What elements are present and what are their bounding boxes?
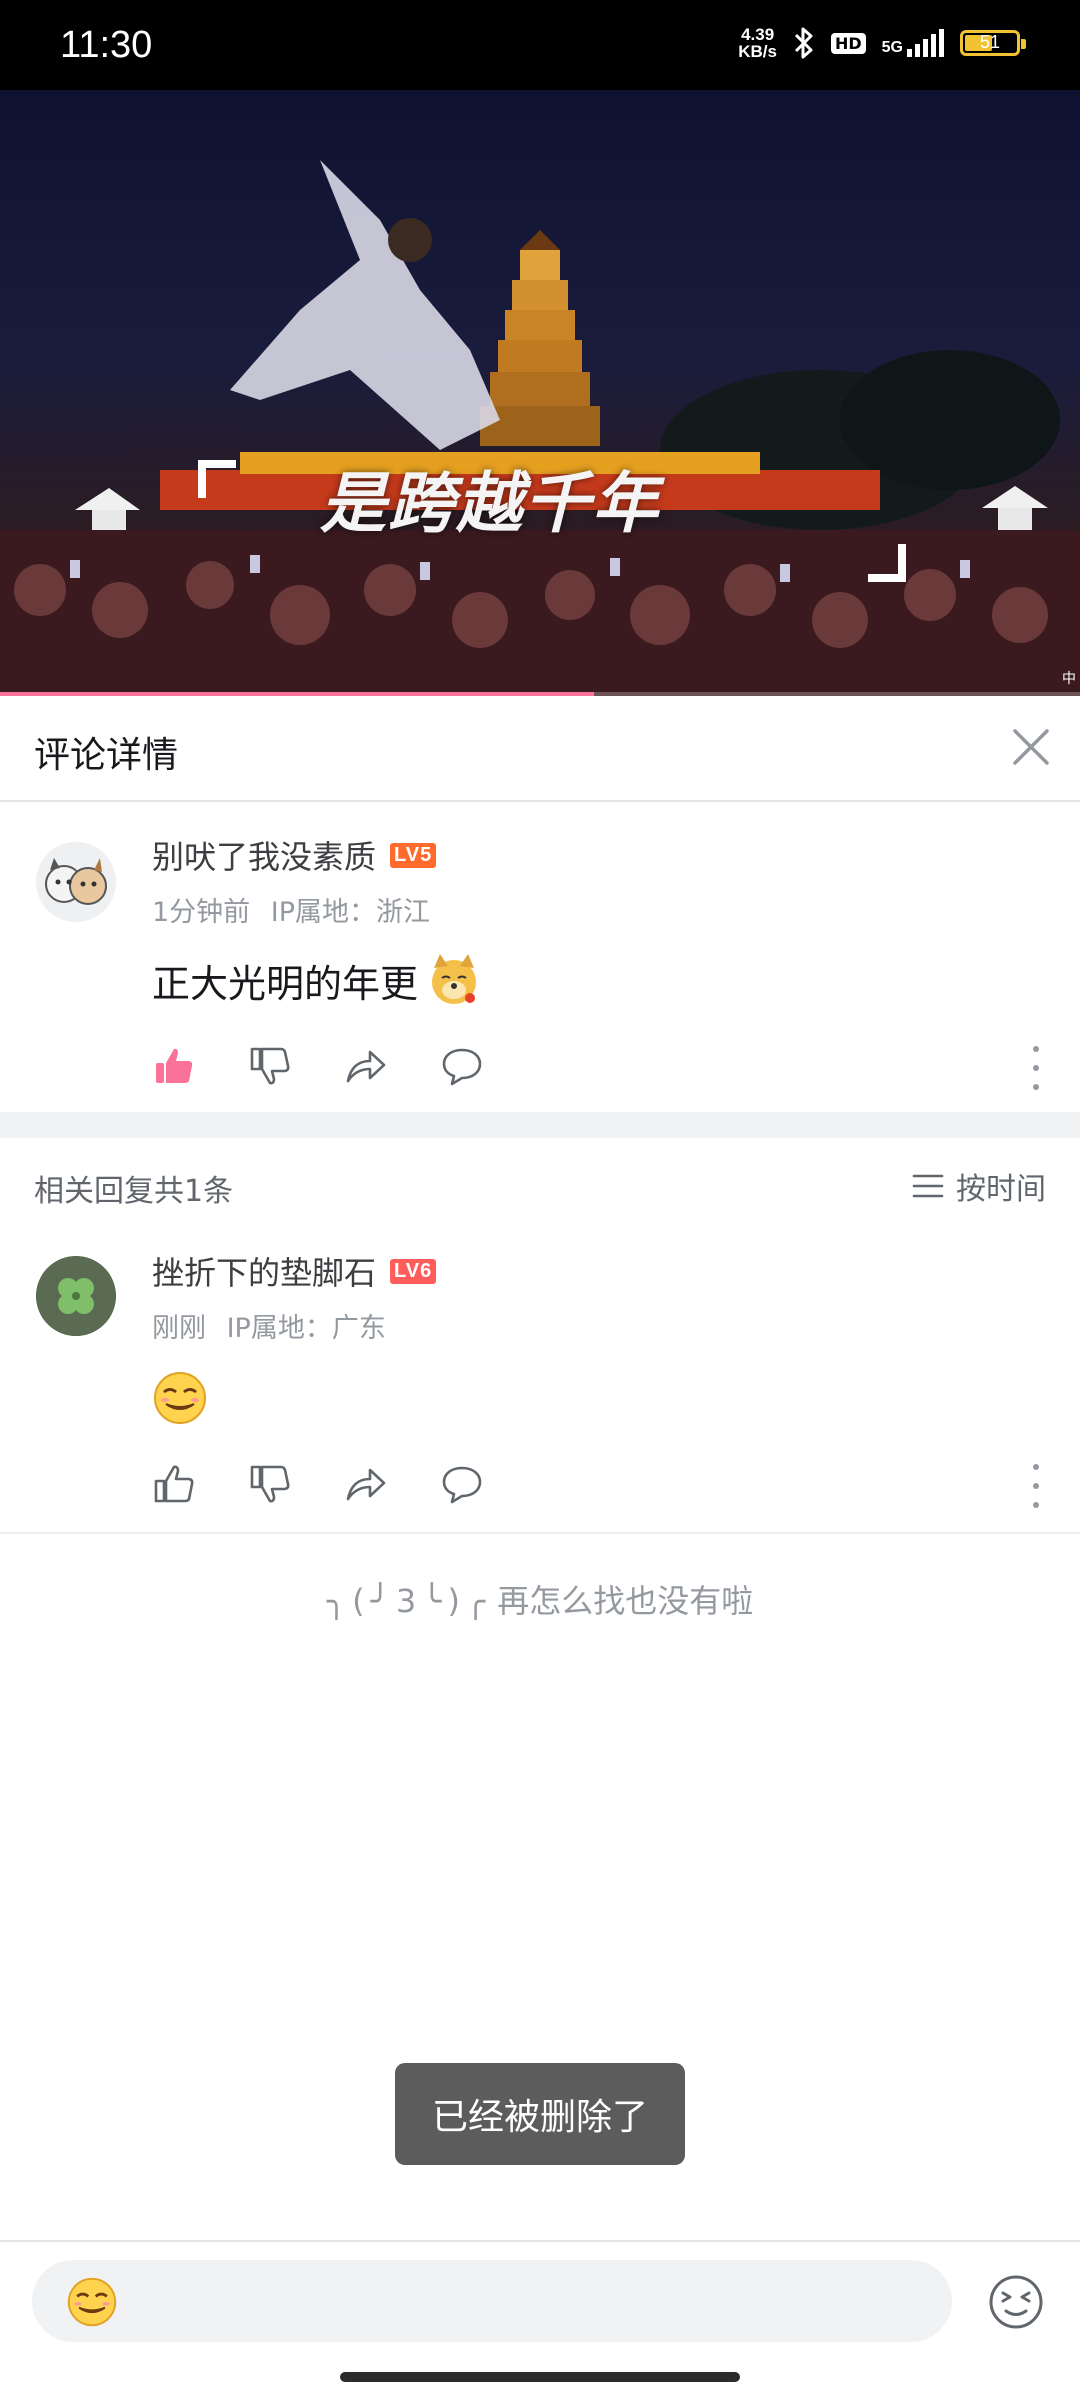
emoji-face-icon	[989, 2275, 1043, 2329]
video-watermark: 中	[1062, 671, 1076, 687]
status-time: 11:30	[60, 24, 153, 66]
end-of-list-tip: ╮(╯3╰)╭ 再怎么找也没有啦	[326, 1582, 754, 1620]
comment-actions	[152, 1044, 484, 1088]
status-icons: 4.39 KB/s HD 5G 51	[738, 25, 1026, 61]
thumbs-up-icon	[156, 1048, 193, 1083]
panel-title: 评论详情	[34, 735, 179, 776]
sort-lines-icon	[912, 1174, 944, 1198]
comment-meta: 1分钟前 IP属地：浙江	[152, 890, 430, 929]
video-player[interactable]: 是跨越千年 中	[0, 90, 1080, 696]
thumbs-down-icon	[250, 1047, 290, 1085]
signal-icon: 5G	[882, 29, 944, 57]
level-badge: LV6	[390, 1258, 437, 1284]
comment-text: 正大光明的年更	[152, 952, 482, 1008]
sort-button[interactable]: 按时间	[912, 1164, 1046, 1208]
reply-button[interactable]	[440, 1462, 484, 1506]
replies-header: 相关回复共1条 按时间	[0, 1138, 1080, 1228]
comment-username[interactable]: 别吠了我没素质 LV5	[152, 832, 437, 878]
close-icon	[1013, 729, 1049, 765]
reply-item: 挫折下的垫脚石 LV6 刚刚 IP属地：广东	[0, 1228, 1080, 1532]
share-icon	[346, 1468, 386, 1501]
comment-time: 1分钟前	[152, 897, 251, 928]
smirk-emoji-icon	[67, 2277, 117, 2327]
video-subtitle: 是跨越千年	[320, 464, 660, 542]
reply-time: 刚刚	[152, 1313, 206, 1344]
hd-badge: HD	[830, 32, 866, 54]
doge-emoji-icon	[432, 954, 477, 1004]
reply-button[interactable]	[440, 1044, 484, 1088]
toast-message: 已经被删除了	[395, 2063, 685, 2165]
video-frame	[0, 160, 1080, 696]
share-button[interactable]	[344, 1462, 388, 1506]
like-button[interactable]	[152, 1044, 196, 1088]
dislike-button[interactable]	[248, 1044, 292, 1088]
emoji-panel-button[interactable]	[988, 2274, 1044, 2330]
comment-panel-header: 评论详情	[0, 696, 1080, 802]
status-bar: 11:30 4.39 KB/s HD 5G 51	[0, 0, 1080, 90]
avatar[interactable]	[36, 1256, 116, 1336]
share-button[interactable]	[344, 1044, 388, 1088]
dislike-button[interactable]	[248, 1462, 292, 1506]
focus-bracket	[198, 460, 236, 498]
list-divider	[0, 1532, 1080, 1534]
home-indicator[interactable]	[340, 2372, 740, 2382]
like-button[interactable]	[152, 1462, 196, 1506]
thumbs-up-icon	[154, 1465, 194, 1503]
main-comment: 别吠了我没素质 LV5 1分钟前 IP属地：浙江 正大光明的年更	[0, 802, 1080, 1112]
smirk-emoji-icon	[154, 1372, 206, 1424]
more-options-button[interactable]	[1026, 1046, 1046, 1090]
thumbs-down-icon	[250, 1465, 290, 1503]
avatar[interactable]	[36, 842, 116, 922]
comment-ip: IP属地：浙江	[270, 897, 431, 928]
comment-bubble-icon	[442, 1048, 482, 1086]
kaomoji: ╮(╯3╰)╭	[326, 1582, 492, 1620]
comment-input[interactable]	[32, 2260, 952, 2342]
comment-bubble-icon	[442, 1466, 482, 1504]
reply-username[interactable]: 挫折下的垫脚石 LV6	[152, 1248, 437, 1294]
more-options-button[interactable]	[1026, 1464, 1046, 1508]
reply-content	[152, 1370, 208, 1426]
net-speed: 4.39 KB/s	[738, 25, 777, 61]
battery-icon: 51	[960, 30, 1026, 56]
reply-meta: 刚刚 IP属地：广东	[152, 1306, 386, 1345]
bluetooth-icon	[794, 27, 813, 59]
level-badge: LV5	[390, 842, 437, 868]
share-icon	[346, 1050, 386, 1083]
reply-actions	[152, 1462, 484, 1506]
focus-bracket	[868, 544, 906, 582]
replies-count: 相关回复共1条	[34, 1174, 234, 1209]
section-divider	[0, 1112, 1080, 1138]
reply-ip: IP属地：广东	[226, 1313, 386, 1344]
close-button[interactable]	[1004, 720, 1058, 774]
